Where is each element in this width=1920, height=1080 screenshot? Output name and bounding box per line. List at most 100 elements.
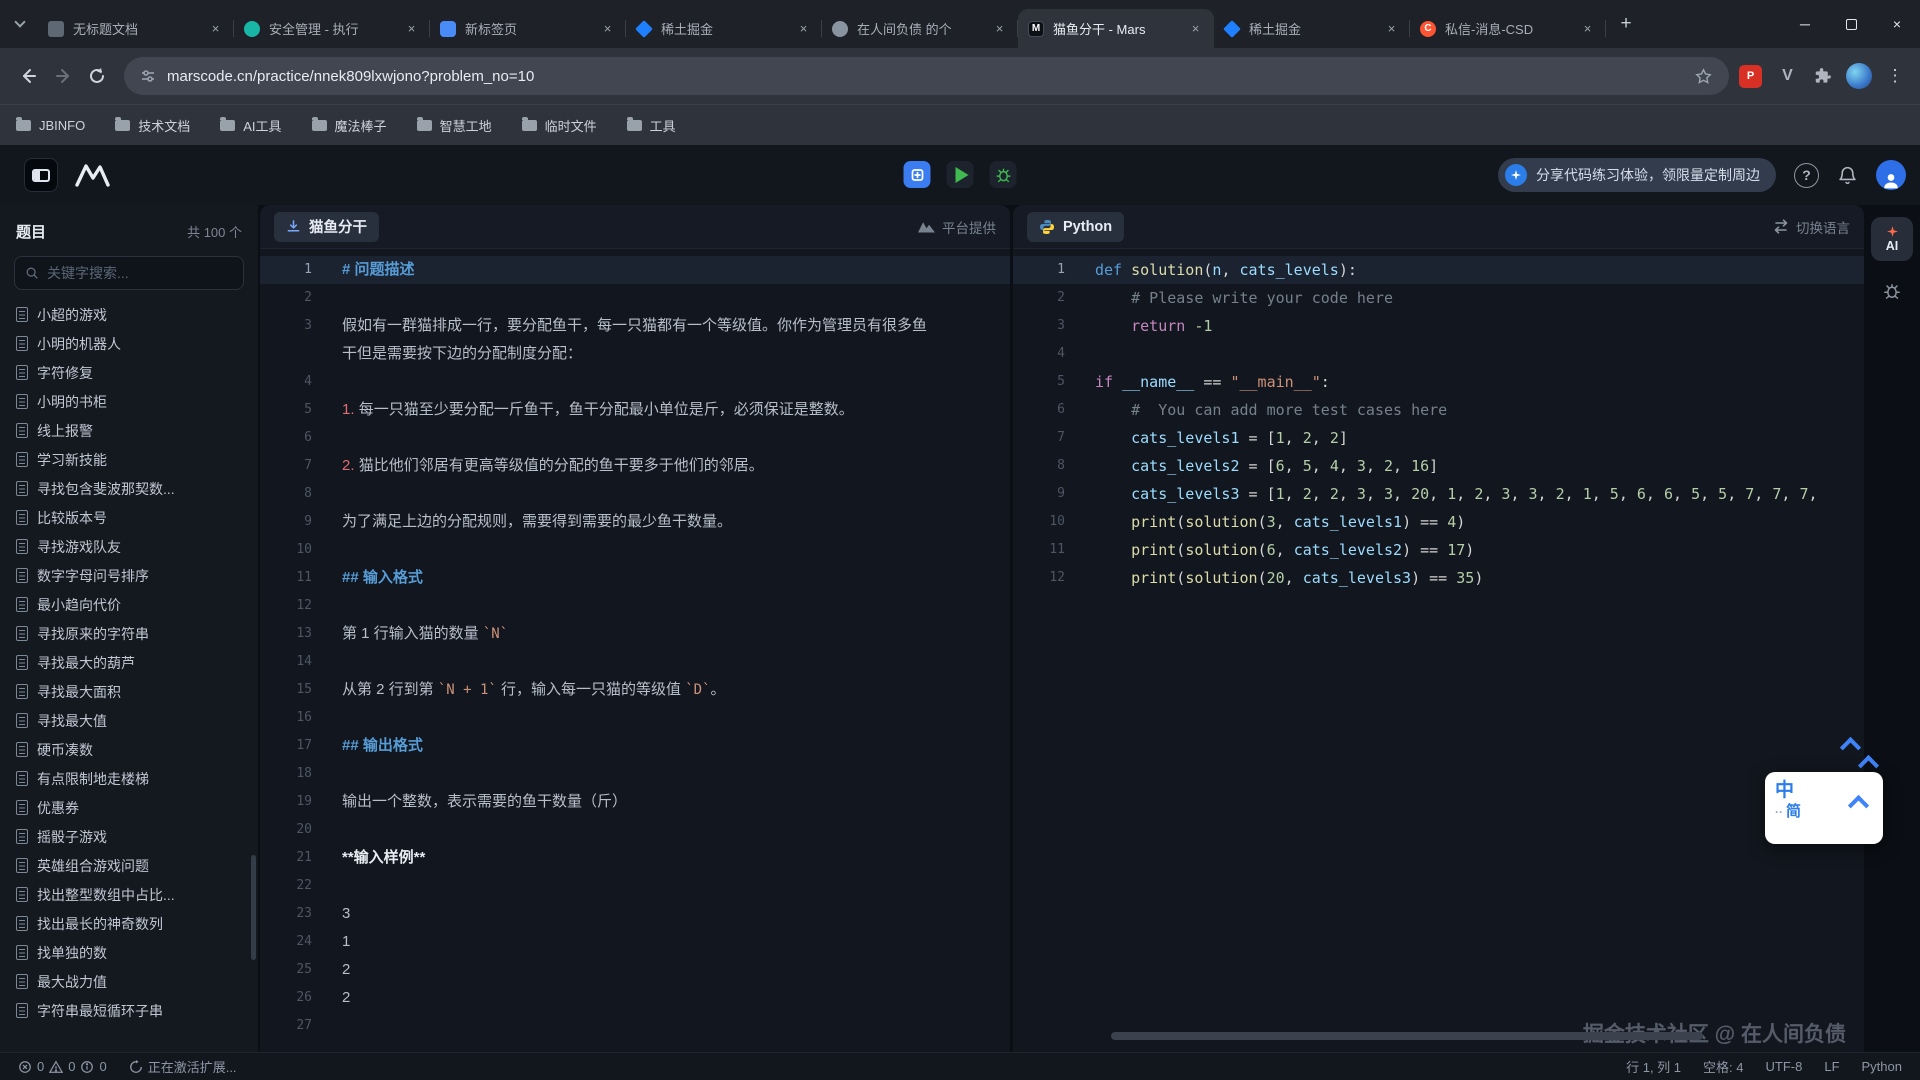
- problem-list-item[interactable]: 小明的机器人: [0, 329, 258, 358]
- editor-line[interactable]: 8: [260, 480, 1010, 508]
- window-minimize-button[interactable]: ─: [1782, 0, 1828, 48]
- problem-list-item[interactable]: 找出最长的神奇数列: [0, 909, 258, 938]
- editor-line[interactable]: 10 print(solution(3, cats_levels1) == 4): [1013, 508, 1864, 536]
- editor-line[interactable]: 6 # You can add more test cases here: [1013, 396, 1864, 424]
- bookmark-item[interactable]: JBINFO: [16, 118, 85, 133]
- editor-line[interactable]: 241: [260, 928, 1010, 956]
- code-editor[interactable]: 1def solution(n, cats_levels):2 # Please…: [1013, 250, 1864, 1052]
- editor-line[interactable]: 4: [260, 368, 1010, 396]
- problem-list-item[interactable]: 学习新技能: [0, 445, 258, 474]
- editor-line[interactable]: 21**输入样例**: [260, 844, 1010, 872]
- help-button[interactable]: ?: [1794, 163, 1819, 188]
- browser-tab[interactable]: 无标题文档×: [38, 9, 234, 48]
- window-close-button[interactable]: ×: [1874, 0, 1920, 48]
- cursor-position[interactable]: 行 1, 列 1: [1626, 1057, 1681, 1076]
- profile-avatar[interactable]: [1846, 63, 1872, 89]
- problem-list-item[interactable]: 比较版本号: [0, 503, 258, 532]
- problem-list-item[interactable]: 寻找原来的字符串: [0, 619, 258, 648]
- editor-line[interactable]: 11 print(solution(6, cats_levels2) == 17…: [1013, 536, 1864, 564]
- star-icon[interactable]: [1694, 67, 1713, 86]
- search-box[interactable]: [14, 256, 244, 290]
- activating-extensions[interactable]: 正在激活扩展...: [129, 1057, 237, 1076]
- tab-close-button[interactable]: ×: [207, 20, 224, 37]
- bookmark-item[interactable]: 技术文档: [115, 116, 190, 135]
- problem-list-item[interactable]: 小明的书柜: [0, 387, 258, 416]
- bookmark-item[interactable]: 工具: [627, 116, 676, 135]
- problem-list-item[interactable]: 有点限制地走楼梯: [0, 764, 258, 793]
- debug-button[interactable]: [990, 161, 1017, 188]
- editor-line[interactable]: 7 cats_levels1 = [1, 2, 2]: [1013, 424, 1864, 452]
- problem-list-item[interactable]: 线上报警: [0, 416, 258, 445]
- editor-line[interactable]: 3 return -1: [1013, 312, 1864, 340]
- editor-line[interactable]: 10: [260, 536, 1010, 564]
- bookmark-item[interactable]: AI工具: [220, 116, 281, 135]
- eol-indicator[interactable]: LF: [1824, 1059, 1839, 1074]
- editor-line[interactable]: 1def solution(n, cats_levels):: [1013, 256, 1864, 284]
- menu-icon[interactable]: ⋮: [1886, 66, 1904, 86]
- switch-language-button[interactable]: 切换语言: [1773, 217, 1850, 237]
- user-avatar[interactable]: [1876, 160, 1906, 190]
- translate-widget[interactable]: 中 ··简: [1765, 740, 1915, 850]
- problem-list-item[interactable]: 字符串最短循环子串: [0, 996, 258, 1025]
- editor-line[interactable]: 2 # Please write your code here: [1013, 284, 1864, 312]
- editor-line[interactable]: 9 cats_levels3 = [1, 2, 2, 3, 3, 20, 1, …: [1013, 480, 1864, 508]
- problem-list-item[interactable]: 找单独的数: [0, 938, 258, 967]
- problem-list-item[interactable]: 最大战力值: [0, 967, 258, 996]
- editor-line[interactable]: 6: [260, 424, 1010, 452]
- problem-list-item[interactable]: 寻找最大值: [0, 706, 258, 735]
- editor-line[interactable]: 72. 猫比他们邻居有更高等级值的分配的鱼干要多于他们的邻居。: [260, 452, 1010, 480]
- bookmark-item[interactable]: 智慧工地: [417, 116, 492, 135]
- problem-editor[interactable]: 1# 问题描述23假如有一群猫排成一行，要分配鱼干，每一只猫都有一个等级值。你作…: [260, 250, 1010, 1052]
- editor-line[interactable]: 19输出一个整数，表示需要的鱼干数量（斤）: [260, 788, 1010, 816]
- problem-list-item[interactable]: 数字字母问号排序: [0, 561, 258, 590]
- horizontal-scrollbar[interactable]: [1111, 1032, 1703, 1040]
- browser-tab[interactable]: M猫鱼分干 - Mars×: [1018, 9, 1214, 48]
- browser-tab[interactable]: 在人间负债 的个×: [822, 9, 1018, 48]
- problems-indicator[interactable]: 0 0 0: [18, 1059, 107, 1074]
- browser-tab[interactable]: 新标签页×: [430, 9, 626, 48]
- language-chip[interactable]: Python: [1027, 212, 1124, 242]
- editor-line[interactable]: 15从第 2 行到第 `N + 1` 行，输入每一只猫的等级值 `D`。: [260, 676, 1010, 704]
- run-button[interactable]: [947, 161, 974, 188]
- editor-line[interactable]: 22: [260, 872, 1010, 900]
- sidebar-toggle-button[interactable]: [24, 158, 58, 192]
- problem-list-item[interactable]: 寻找包含斐波那契数...: [0, 474, 258, 503]
- editor-line[interactable]: 18: [260, 760, 1010, 788]
- problem-list-item[interactable]: 英雄组合游戏问题: [0, 851, 258, 880]
- editor-line[interactable]: 252: [260, 956, 1010, 984]
- browser-tab[interactable]: 安全管理 - 执行×: [234, 9, 430, 48]
- bell-icon[interactable]: [1837, 165, 1858, 186]
- editor-line[interactable]: 9为了满足上边的分配规则，需要得到需要的最少鱼干数量。: [260, 508, 1010, 536]
- tab-close-button[interactable]: ×: [1579, 20, 1596, 37]
- editor-line[interactable]: 233: [260, 900, 1010, 928]
- search-input[interactable]: [47, 265, 233, 281]
- editor-line[interactable]: 12: [260, 592, 1010, 620]
- bookmark-item[interactable]: 魔法棒子: [312, 116, 387, 135]
- marscode-logo[interactable]: [74, 162, 116, 193]
- add-run-config-button[interactable]: [904, 161, 931, 188]
- reload-button[interactable]: [80, 59, 114, 93]
- url-text[interactable]: marscode.cn/practice/nnek809lxwjono?prob…: [167, 68, 1683, 85]
- problem-list-item[interactable]: 优惠券: [0, 793, 258, 822]
- tab-close-button[interactable]: ×: [795, 20, 812, 37]
- problem-list-item[interactable]: 摇骰子游戏: [0, 822, 258, 851]
- problem-list-item[interactable]: 寻找游戏队友: [0, 532, 258, 561]
- bug-feedback-icon[interactable]: [1882, 281, 1902, 301]
- tab-close-button[interactable]: ×: [1383, 20, 1400, 37]
- problem-list-item[interactable]: 寻找最大的葫芦: [0, 648, 258, 677]
- editor-line[interactable]: 1# 问题描述: [260, 256, 1010, 284]
- sidebar-scrollbar[interactable]: [251, 855, 256, 960]
- editor-line[interactable]: 17## 输出格式: [260, 732, 1010, 760]
- editor-line[interactable]: 5if __name__ == "__main__":: [1013, 368, 1864, 396]
- promo-banner[interactable]: 分享代码练习体验，领限量定制周边: [1498, 158, 1776, 192]
- editor-line[interactable]: 14: [260, 648, 1010, 676]
- site-info-icon[interactable]: [140, 68, 156, 84]
- tab-close-button[interactable]: ×: [403, 20, 420, 37]
- editor-line[interactable]: 8 cats_levels2 = [6, 5, 4, 3, 2, 16]: [1013, 452, 1864, 480]
- extensions-puzzle-icon[interactable]: [1813, 67, 1832, 86]
- browser-tab[interactable]: 稀土掘金×: [626, 9, 822, 48]
- browser-tab[interactable]: 稀土掘金×: [1214, 9, 1410, 48]
- tab-close-button[interactable]: ×: [991, 20, 1008, 37]
- address-bar[interactable]: marscode.cn/practice/nnek809lxwjono?prob…: [124, 57, 1729, 95]
- editor-line[interactable]: 13第 1 行输入猫的数量 `N`: [260, 620, 1010, 648]
